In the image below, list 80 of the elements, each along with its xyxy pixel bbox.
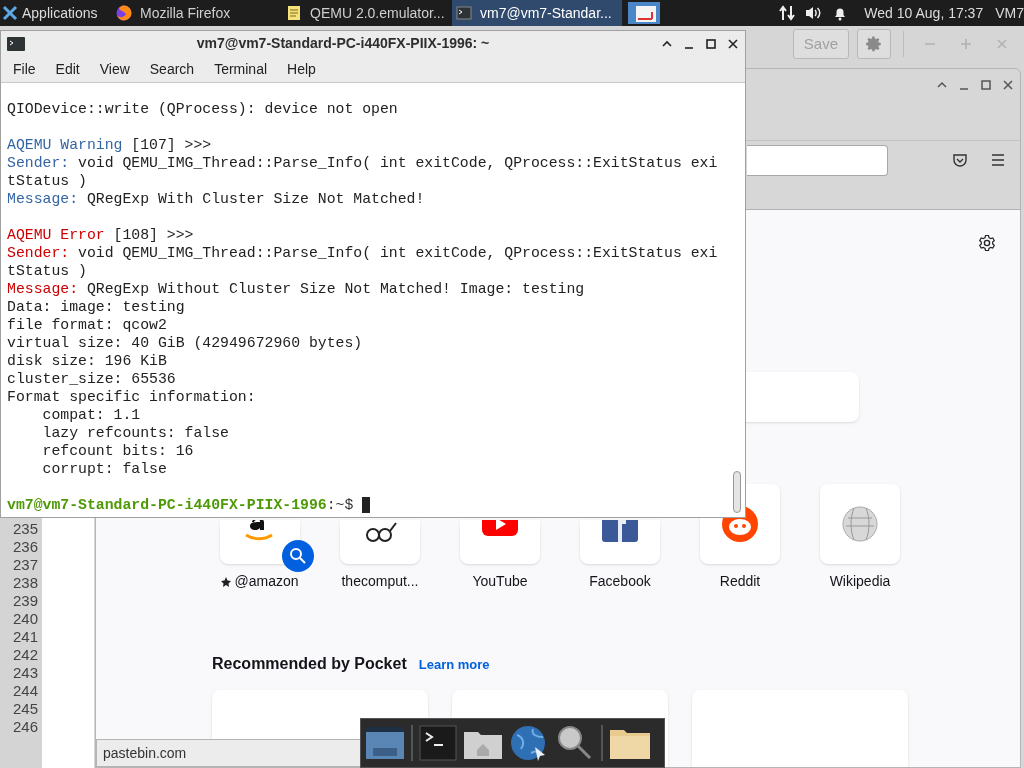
terminal-line: Data: image: testing xyxy=(7,298,186,316)
volume-icon xyxy=(804,4,823,22)
site-tile[interactable] xyxy=(220,520,300,564)
x-logo-icon xyxy=(2,5,18,21)
site-label: YouTube xyxy=(472,572,528,591)
network-icon xyxy=(778,4,797,22)
menu-item[interactable]: Edit xyxy=(45,58,90,80)
line-number: 236 xyxy=(12,538,38,556)
terminal-line: compat: 1.1 xyxy=(41,406,142,424)
settings-icon[interactable] xyxy=(978,234,996,252)
line-number: 240 xyxy=(12,610,38,628)
settings-button[interactable] xyxy=(857,29,891,59)
menu-item[interactable]: View xyxy=(89,58,140,80)
site-label: Wikipedia xyxy=(829,572,891,591)
scrollbar-thumb[interactable] xyxy=(733,471,741,513)
close-icon[interactable] xyxy=(727,37,739,50)
line-number: 246 xyxy=(12,718,38,736)
url-field[interactable] xyxy=(747,144,888,176)
site-label: @amazon xyxy=(234,572,299,591)
terminal-line: tStatus ) xyxy=(7,172,88,190)
clock[interactable]: Wed 10 Aug, 17:37 xyxy=(864,2,984,24)
terminal-line: corrupt: false xyxy=(41,460,168,478)
terminal-line: Sender: void QEMU_IMG_Thread::Parse_Info( int exitCode, QProcess::ExitStatus exi xyxy=(7,154,719,172)
workspace-thumbnail[interactable] xyxy=(628,2,660,24)
terminal-line: Message: QRegExp Without Cluster Size Not Matched! Image: testing xyxy=(7,280,586,298)
site-label: thecomput... xyxy=(341,572,419,591)
site-label: Reddit xyxy=(719,572,761,591)
site-tile[interactable] xyxy=(340,520,420,564)
section-title: Recommended by Pocket xyxy=(212,654,407,674)
taskbar-item[interactable]: Mozilla Firefox xyxy=(112,0,282,26)
notepad-icon xyxy=(286,5,302,21)
site-tile[interactable] xyxy=(820,484,900,564)
line-number: 244 xyxy=(12,682,38,700)
status-url: pastebin.com xyxy=(96,739,361,767)
line-number: 241 xyxy=(12,628,38,646)
site-tile[interactable] xyxy=(460,520,540,564)
terminal-line: cluster_size: 65536 xyxy=(7,370,177,388)
taskbar-item[interactable]: QEMU 2.0.emulator... xyxy=(282,0,452,26)
menu-icon[interactable] xyxy=(990,153,1006,167)
terminal-line: AQEMU Error [108] >>> xyxy=(7,226,195,244)
menu-item[interactable]: Terminal xyxy=(204,58,278,80)
line-number: 235 xyxy=(12,520,38,538)
search-badge-icon[interactable] xyxy=(282,540,314,572)
learn-more-link[interactable]: Learn more xyxy=(418,655,490,675)
terminal-line: QIODevice::write (QProcess): device not open xyxy=(7,100,399,118)
terminal-line: Sender: void QEMU_IMG_Thread::Parse_Info( int exitCode, QProcess::ExitStatus exi xyxy=(7,244,719,262)
user-name[interactable]: VM7 xyxy=(995,2,1024,24)
menu-item[interactable]: Help xyxy=(277,58,326,80)
terminal-line: Format specific information: xyxy=(7,388,257,406)
shell-prompt[interactable]: vm7@vm7-Standard-PC-i440FX-PIIX-1996:~$ xyxy=(7,496,729,514)
line-number: 238 xyxy=(12,574,38,592)
line-number: 245 xyxy=(12,700,38,718)
terminal-icon[interactable] xyxy=(419,725,457,761)
terminal-line: virtual size: 40 GiB (42949672960 bytes) xyxy=(7,334,364,352)
line-number: 243 xyxy=(12,664,38,682)
pocket-icon[interactable] xyxy=(952,152,968,168)
terminal-line: refcount bits: 16 xyxy=(41,442,195,460)
taskbar-item[interactable]: vm7@vm7-Standar... xyxy=(452,0,622,26)
terminal-line: lazy refcounts: false xyxy=(41,424,230,442)
site-tile[interactable] xyxy=(580,520,660,564)
desktop-icon[interactable] xyxy=(365,726,405,760)
terminal-icon xyxy=(456,5,472,21)
terminal-line: disk size: 196 KiB xyxy=(7,352,168,370)
terminal-line: Message: QRegExp With Cluster Size Not Matched! xyxy=(7,190,426,208)
menu-item[interactable]: File xyxy=(3,58,46,80)
line-number: 239 xyxy=(12,592,38,610)
globe-icon xyxy=(840,504,880,544)
line-number: 237 xyxy=(12,556,38,574)
terminal-line: file format: qcow2 xyxy=(7,316,168,334)
applications-menu[interactable]: Applications xyxy=(0,2,112,24)
menu-item[interactable]: Search xyxy=(139,58,205,80)
terminal-line: AQEMU Warning [107] >>> xyxy=(7,136,213,154)
settings-icon xyxy=(865,35,883,53)
site-label: Facebook xyxy=(589,572,651,591)
terminal-icon xyxy=(7,36,25,51)
line-number: 242 xyxy=(12,646,38,664)
maximize-icon[interactable] xyxy=(705,37,717,50)
terminal-line: tStatus ) xyxy=(7,262,88,280)
window-title: vm7@vm7-Standard-PC-i440FX-PIIX-1996: ~ xyxy=(195,34,491,53)
browser-icon xyxy=(116,5,132,21)
